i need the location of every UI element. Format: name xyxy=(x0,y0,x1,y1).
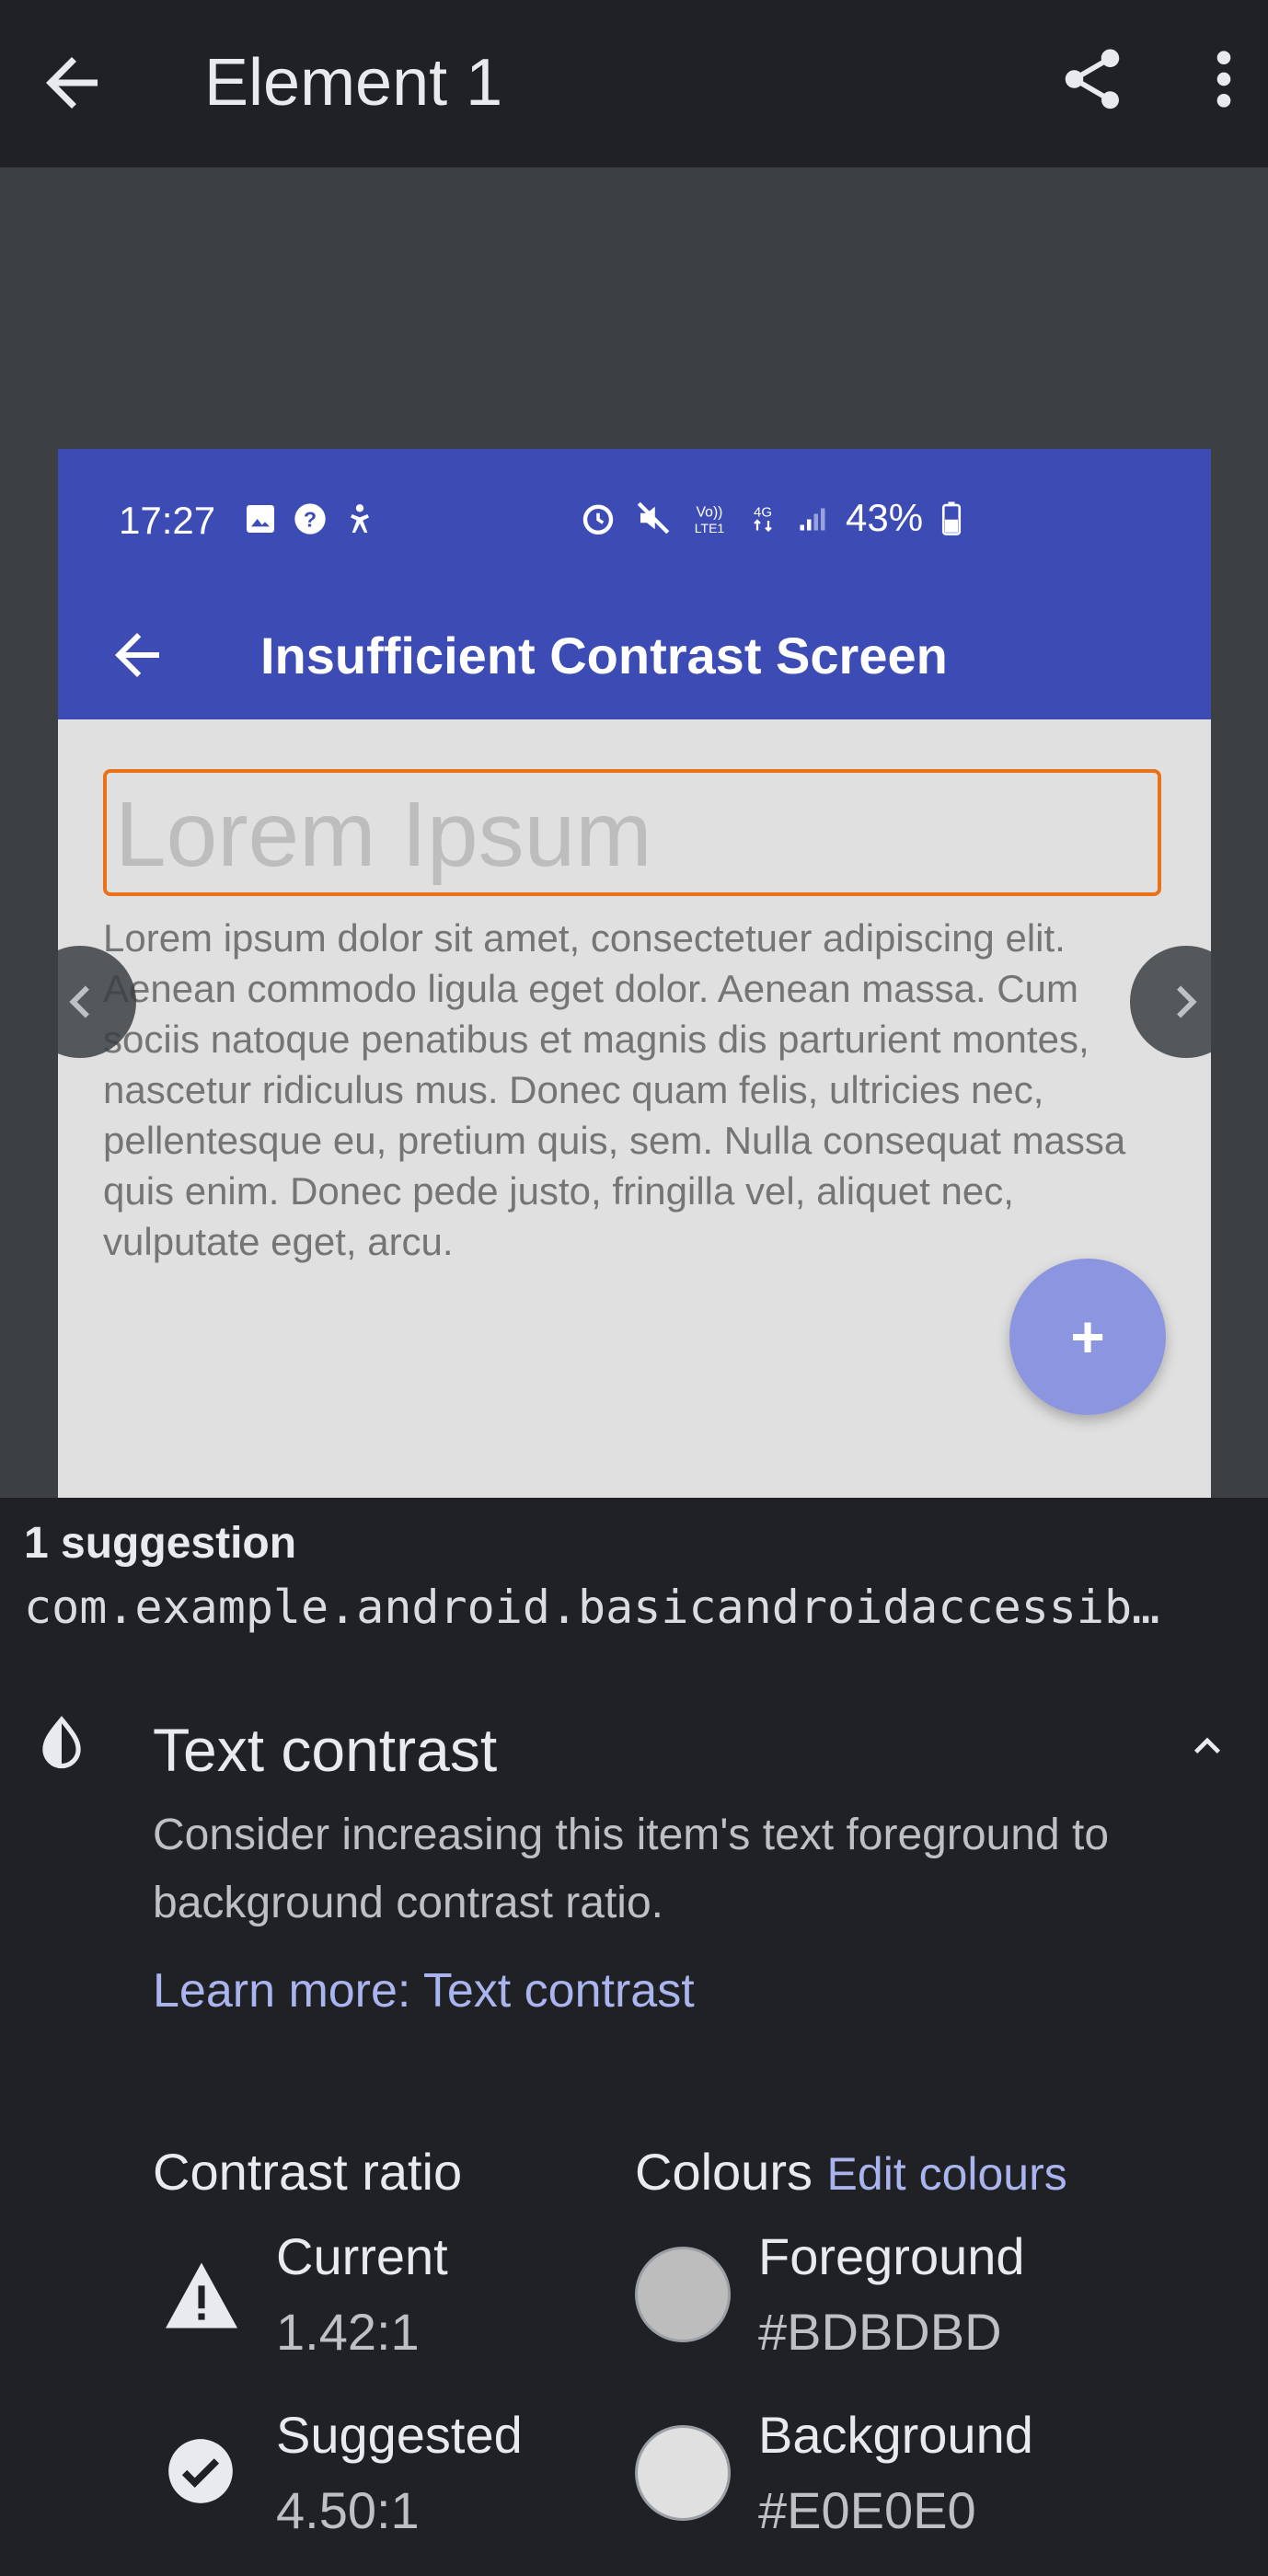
page-title: Element 1 xyxy=(204,46,503,120)
captured-screen: 17:27 ? Vo)) LTE1 4G 43% Insufficient Con… xyxy=(58,449,1211,1498)
suggested-ratio: 4.50:1 xyxy=(276,2481,420,2539)
check-circle-icon xyxy=(166,2436,236,2506)
accessibility-icon xyxy=(351,504,369,533)
status-system-icons: Vo)) LTE1 4G 43% xyxy=(579,495,963,541)
contrast-ratio-heading: Contrast ratio xyxy=(153,2143,463,2201)
suggested-label: Suggested xyxy=(276,2406,523,2464)
suggestion-count: 1 suggestion xyxy=(24,1519,297,1568)
status-time: 17:27 xyxy=(119,499,216,542)
battery-icon xyxy=(942,501,962,535)
phone-status-bar: 17:27 ? Vo)) LTE1 4G 43% xyxy=(58,449,1211,591)
mute-icon xyxy=(637,501,670,535)
signal-icon xyxy=(800,508,825,531)
colours-heading-row: Colours Edit colours xyxy=(635,2142,1067,2202)
chevron-right-icon xyxy=(1177,985,1197,1018)
foreground-label: Foreground xyxy=(758,2227,1025,2285)
phone-content: Lorem Ipsum Lorem ipsum dolor sit amet, … xyxy=(58,719,1211,1498)
background-label: Background xyxy=(758,2406,1033,2464)
rule-description: Consider increasing this item's text for… xyxy=(153,1811,1110,1927)
status-notification-icons: ? xyxy=(242,499,378,539)
phone-back-arrow-icon xyxy=(104,622,170,688)
back-arrow-icon[interactable] xyxy=(33,44,110,121)
warning-icon xyxy=(162,2260,241,2331)
alarm-icon xyxy=(582,504,614,535)
network-4g-icon: 4G xyxy=(754,505,772,533)
share-icon[interactable] xyxy=(1056,42,1128,116)
fab-label: + xyxy=(1070,1304,1105,1370)
phone-app-title: Insufficient Contrast Screen xyxy=(260,627,948,684)
image-icon xyxy=(247,505,274,533)
svg-text:?: ? xyxy=(304,507,317,531)
learn-more-link[interactable]: Learn more: Text contrast xyxy=(153,1963,695,2018)
svg-text:Vo)): Vo)) xyxy=(697,504,723,520)
current-label: Current xyxy=(276,2227,448,2285)
contrast-icon xyxy=(33,1715,90,1772)
current-ratio: 1.42:1 xyxy=(276,2303,420,2361)
fab-add-button: + xyxy=(1009,1259,1166,1415)
volte-icon: Vo))LTE1 xyxy=(695,504,725,535)
package-name: com.example.android.basicandroidaccessib… xyxy=(24,1581,1160,1634)
foreground-swatch xyxy=(635,2247,731,2342)
background-hex: #E0E0E0 xyxy=(758,2481,976,2539)
chevron-up-icon[interactable] xyxy=(1182,1720,1233,1772)
background-swatch xyxy=(635,2425,731,2521)
help-circle-icon: ? xyxy=(294,503,326,535)
svg-text:4G: 4G xyxy=(754,505,772,521)
rule-title: Text contrast xyxy=(153,1716,498,1784)
svg-text:LTE1: LTE1 xyxy=(695,521,725,535)
previous-element-button[interactable] xyxy=(24,946,136,1058)
chevron-left-icon xyxy=(69,985,89,1018)
screenshot-preview: 17:27 ? Vo)) LTE1 4G 43% Insufficient Con… xyxy=(0,167,1268,1498)
phone-app-bar: Insufficient Contrast Screen xyxy=(58,591,1211,719)
top-app-bar: Element 1 xyxy=(0,0,1268,167)
edit-colours-link[interactable]: Edit colours xyxy=(827,2148,1067,2200)
lorem-body-text: Lorem ipsum dolor sit amet, consectetuer… xyxy=(103,916,1126,1263)
element-highlight xyxy=(103,769,1161,896)
next-element-button[interactable] xyxy=(1130,946,1242,1058)
more-vert-icon[interactable] xyxy=(1205,42,1242,116)
foreground-hex: #BDBDBD xyxy=(758,2303,1002,2361)
colours-heading: Colours xyxy=(635,2143,813,2201)
suggestion-sheet: 1 suggestion com.example.android.basican… xyxy=(0,1498,1268,2576)
battery-percent: 43% xyxy=(846,496,924,539)
